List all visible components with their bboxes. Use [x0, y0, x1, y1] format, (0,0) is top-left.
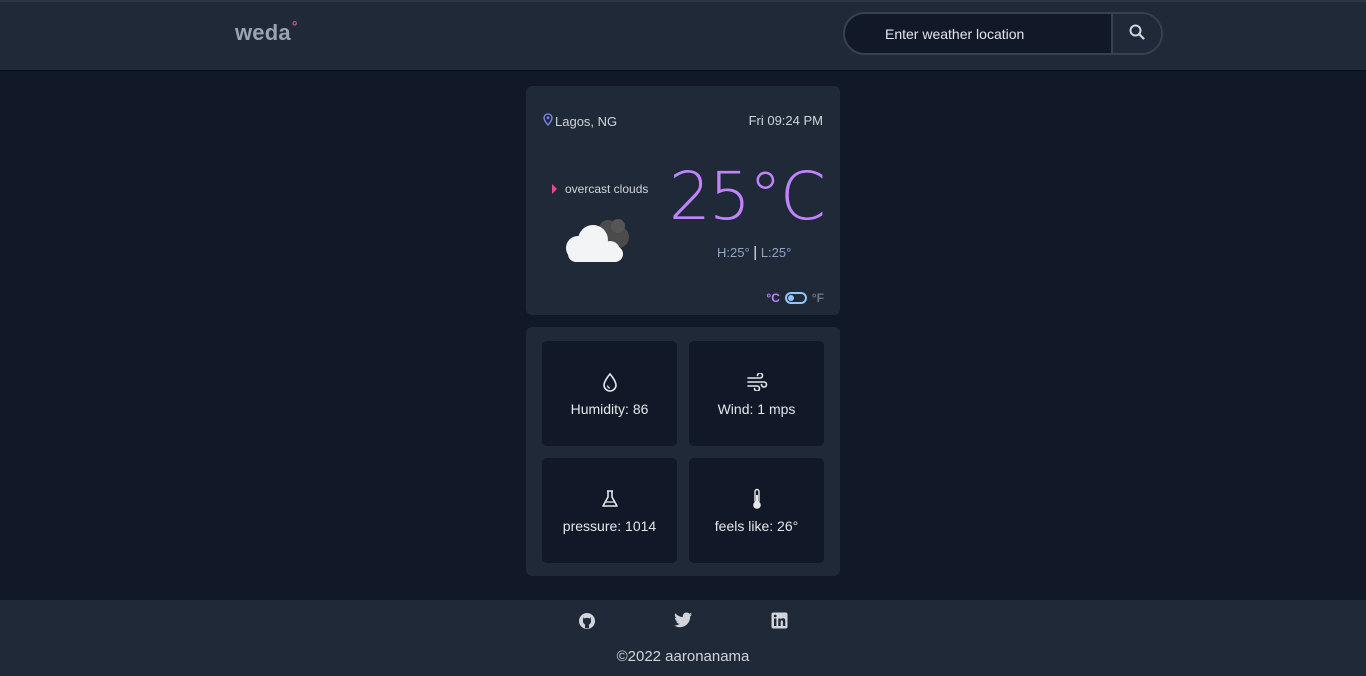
high-low: H:25° | L:25° [717, 244, 791, 261]
overcast-cloud-icon [556, 214, 636, 271]
weather-condition: overcast clouds [552, 182, 648, 196]
github-icon[interactable] [578, 612, 596, 635]
twitter-icon[interactable] [674, 612, 693, 633]
pressure-label: pressure: 1014 [562, 517, 657, 534]
low-temp: L:25° [760, 245, 792, 260]
wind-icon [746, 371, 768, 393]
search-bar [843, 12, 1163, 55]
humidity-label: Humidity: 86 [570, 400, 649, 417]
location-label: Lagos, NG [555, 113, 618, 129]
unit-fahrenheit[interactable]: °F [812, 291, 824, 305]
date-time: Fri 09:24 PM [748, 113, 823, 128]
feels-like-tile: feels like: 26° [689, 458, 824, 563]
logo-mark: ° [291, 18, 298, 34]
flask-icon [600, 488, 620, 510]
search-button[interactable] [1111, 14, 1161, 53]
condition-label: overcast clouds [565, 182, 649, 196]
header: weda° [0, 0, 1366, 71]
linkedin-icon[interactable] [771, 612, 788, 634]
wind-label: Wind: 1 mps [717, 400, 796, 417]
pressure-tile: pressure: 1014 [542, 458, 677, 563]
map-pin-icon [543, 113, 553, 129]
copyright: ©2022 aaronanama [616, 648, 750, 665]
unit-celsius[interactable]: °C [766, 291, 779, 305]
weather-card: Lagos, NG Fri 09:24 PM overcast clouds 2… [526, 86, 840, 315]
logo-text: weda [235, 20, 291, 45]
high-low-separator: | [753, 244, 758, 261]
stats-card: Humidity: 86 Wind: 1 mps pressure: 1014 … [526, 327, 840, 576]
droplet-icon [601, 371, 619, 393]
temperature: 25°C [668, 158, 826, 235]
logo[interactable]: weda° [235, 18, 298, 46]
search-icon [1129, 24, 1145, 43]
high-temp: H:25° [717, 245, 750, 260]
unit-switch[interactable] [784, 292, 807, 304]
wind-tile: Wind: 1 mps [689, 341, 824, 446]
footer: ©2022 aaronanama [0, 600, 1366, 676]
switch-knob [787, 295, 794, 301]
unit-toggle: °C °F [766, 291, 824, 305]
feels-like-label: feels like: 26° [714, 517, 799, 534]
search-input[interactable] [845, 14, 1111, 53]
caret-right-icon [552, 184, 557, 194]
humidity-tile: Humidity: 86 [542, 341, 677, 446]
location: Lagos, NG [543, 113, 617, 129]
thermometer-icon [751, 488, 763, 510]
